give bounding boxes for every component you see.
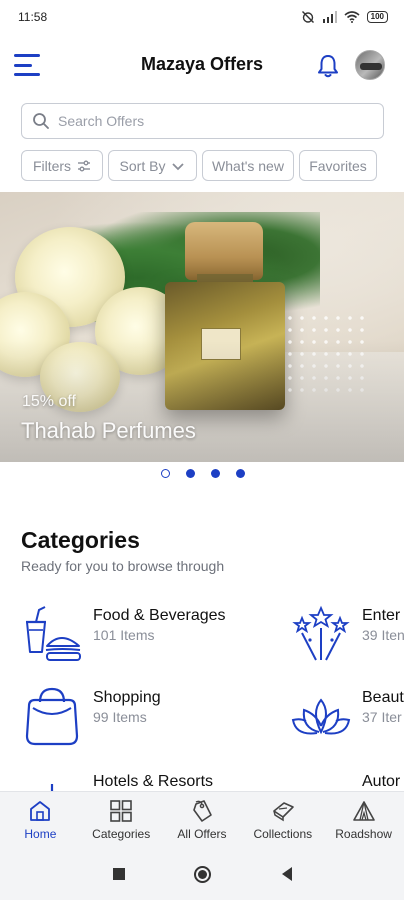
category-name: Autor [362,773,401,790]
search-icon [33,113,49,129]
back-icon[interactable] [280,866,294,882]
category-name: Hotels & Resorts [93,773,214,790]
lotus-icon [291,698,351,735]
nav-categories-label: Categories [92,827,151,841]
nav-home-label: Home [24,827,57,841]
recent-apps-icon[interactable] [112,867,126,881]
nav-roadshow[interactable]: Roadshow [323,792,404,851]
favorites-label: Favorites [309,157,367,174]
sort-by-label: Sort By [119,157,166,174]
nav-all-offers-label: All Offers [177,827,227,841]
status-bar: 11:58 100 [0,0,404,34]
collections-icon [272,802,294,822]
whats-new-label: What's new [212,157,284,174]
category-entertainment[interactable]: Enter 39 Iten [290,604,404,666]
promo-banner[interactable]: 15% off Thahab Perfumes [0,192,404,462]
filters-button[interactable]: Filters [21,150,103,181]
favorites-chip[interactable]: Favorites [299,150,377,181]
bottom-navigation: Home Categories All Offers Collections R… [0,791,404,851]
alarm-off-icon [301,11,314,23]
category-count: 101 Items [93,627,155,643]
avatar[interactable] [355,50,385,80]
promo-brand: Thahab Perfumes [21,418,196,443]
tent-icon [352,801,375,821]
category-shopping[interactable]: Shopping 99 Items [21,686,161,748]
search-bar[interactable] [21,103,384,139]
carousel-dot[interactable] [186,469,195,478]
search-input[interactable] [58,113,358,129]
category-name: Shopping [93,689,161,706]
food-beverages-icon [26,606,81,661]
chevron-down-icon [172,162,185,170]
carousel-dot[interactable] [211,469,220,478]
home-icon [30,801,51,821]
sort-by-dropdown[interactable]: Sort By [108,150,197,181]
system-navigation-bar [0,851,404,900]
grid-icon [110,800,132,822]
page-title: Mazaya Offers [140,54,264,74]
category-count: 99 Items [93,709,147,725]
signal-icon [322,11,337,23]
categories-subtitle: Ready for you to browse through [21,558,225,574]
battery-icon: 100 [366,11,388,23]
carousel-dot[interactable] [236,469,245,478]
filter-bar: Filters Sort By What's new Favorites [21,150,377,181]
app-header: Mazaya Offers [0,44,404,88]
category-count: 37 Iter [362,709,402,725]
category-name: Enter [362,607,401,624]
nav-categories[interactable]: Categories [81,792,162,851]
nav-home[interactable]: Home [0,792,81,851]
filters-label: Filters [32,157,72,174]
wifi-icon [344,11,360,23]
whats-new-chip[interactable]: What's new [202,150,294,181]
shopping-bag-icon [25,687,79,746]
category-count: 39 Iten [362,627,404,643]
category-name: Beaut [362,689,404,706]
promo-discount: 15% off [22,393,76,410]
sliders-icon [78,160,91,171]
category-beauty[interactable]: Beaut 37 Iter [290,686,404,748]
category-name: Food & Beverages [93,607,226,624]
home-button-icon[interactable] [193,865,212,884]
nav-roadshow-label: Roadshow [335,827,392,841]
tag-icon [193,800,212,822]
nav-all-offers[interactable]: All Offers [162,792,243,851]
nav-collections[interactable]: Collections [242,792,323,851]
category-food-beverages[interactable]: Food & Beverages 101 Items [21,604,226,666]
nav-collections-label: Collections [253,827,313,841]
status-time: 11:58 [18,10,48,24]
notification-bell-icon[interactable] [316,53,340,79]
categories-title: Categories [21,527,140,553]
carousel-dot[interactable] [161,469,170,478]
entertainment-icon [292,605,350,661]
